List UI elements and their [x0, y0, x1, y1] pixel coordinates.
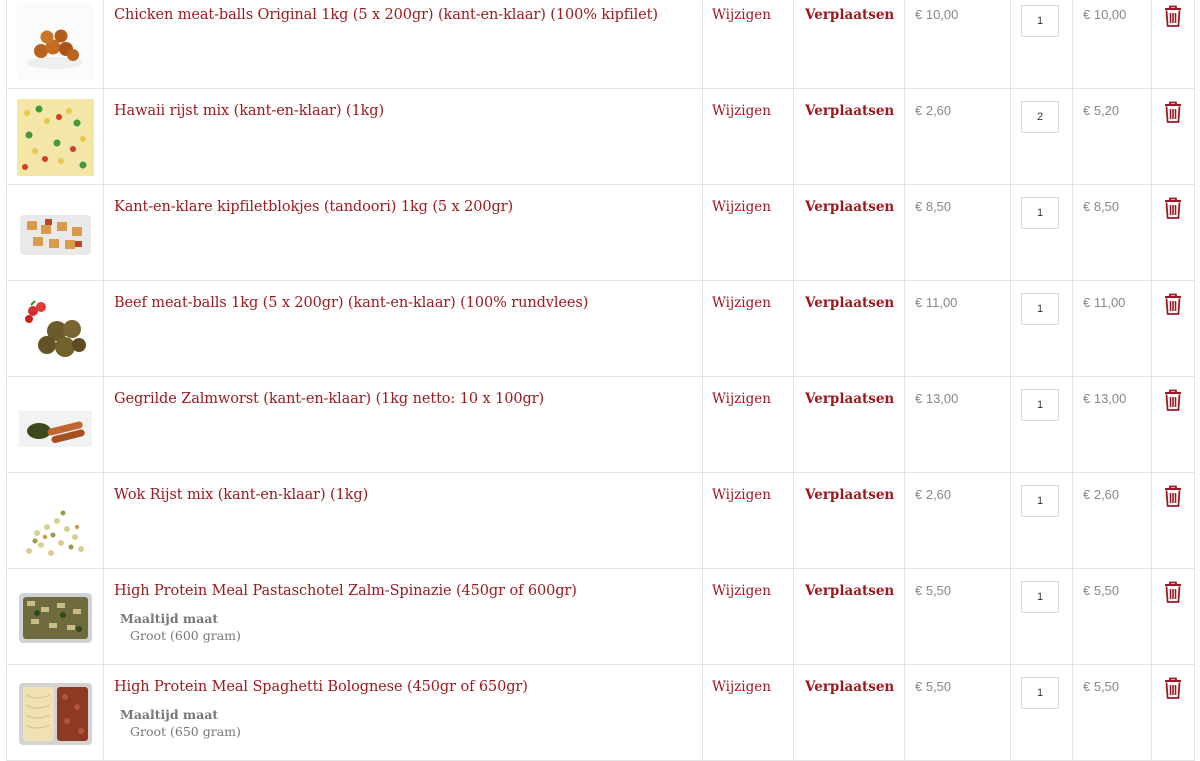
edit-link[interactable]: Wijzigen — [712, 391, 793, 407]
product-image-beef-meatballs[interactable] — [17, 291, 94, 368]
product-name-link[interactable]: Kant-en-klare kipfiletblokjes (tandoori)… — [114, 199, 702, 215]
option-value: Groot (650 gram) — [130, 724, 241, 739]
option-value: Groot (600 gram) — [130, 628, 241, 643]
cart-row: Wok Rijst mix (kant-en-klaar) (1kg) Wijz… — [6, 472, 1195, 569]
quantity-input[interactable] — [1021, 581, 1059, 613]
unit-price: € 10,00 — [915, 7, 959, 22]
move-link[interactable]: Verplaatsen — [805, 7, 904, 23]
row-subtotal: € 2,60 — [1083, 487, 1120, 502]
unit-price: € 2,60 — [915, 487, 952, 502]
quantity-input[interactable] — [1021, 485, 1059, 517]
unit-price: € 11,00 — [915, 295, 958, 310]
move-link[interactable]: Verplaatsen — [805, 487, 904, 503]
cart-row: Beef meat-balls 1kg (5 x 200gr) (kant-en… — [6, 280, 1195, 377]
product-name-link[interactable]: Chicken meat-balls Original 1kg (5 x 200… — [114, 7, 702, 23]
cart-row: Kant-en-klare kipfiletblokjes (tandoori)… — [6, 184, 1195, 281]
move-link[interactable]: Verplaatsen — [805, 103, 904, 119]
row-subtotal: € 13,00 — [1083, 391, 1127, 406]
option-label: Maaltijd maat — [120, 611, 219, 626]
row-subtotal: € 10,00 — [1083, 7, 1127, 22]
edit-link[interactable]: Wijzigen — [712, 487, 793, 503]
unit-price: € 8,50 — [915, 199, 952, 214]
trash-icon[interactable] — [1162, 4, 1184, 28]
cart-row: Gegrilde Zalmworst (kant-en-klaar) (1kg … — [6, 376, 1195, 473]
move-link[interactable]: Verplaatsen — [805, 199, 904, 215]
product-name-link[interactable]: Beef meat-balls 1kg (5 x 200gr) (kant-en… — [114, 295, 702, 311]
trash-icon[interactable] — [1162, 196, 1184, 220]
edit-link[interactable]: Wijzigen — [712, 679, 793, 695]
product-image-meatballs[interactable] — [17, 3, 94, 80]
trash-icon[interactable] — [1162, 292, 1184, 316]
trash-icon[interactable] — [1162, 100, 1184, 124]
cart-row: High Protein Meal Pastaschotel Zalm-Spin… — [6, 568, 1195, 665]
unit-price: € 5,50 — [915, 679, 952, 694]
row-subtotal: € 5,50 — [1083, 583, 1120, 598]
cart-row: Hawaii rijst mix (kant-en-klaar) (1kg) W… — [6, 88, 1195, 185]
product-image-rice-mix[interactable] — [17, 99, 94, 176]
product-image-bolognese-tray[interactable] — [17, 675, 94, 752]
edit-link[interactable]: Wijzigen — [712, 7, 793, 23]
cart-row: High Protein Meal Spaghetti Bolognese (4… — [6, 664, 1195, 761]
product-name-link[interactable]: High Protein Meal Spaghetti Bolognese (4… — [114, 679, 702, 695]
product-image-salmon-sausage[interactable] — [17, 387, 94, 464]
edit-link[interactable]: Wijzigen — [712, 583, 793, 599]
option-label: Maaltijd maat — [120, 707, 219, 722]
product-image-chicken-cubes[interactable] — [17, 195, 94, 272]
product-image-wok-rice[interactable] — [17, 483, 94, 560]
quantity-input[interactable] — [1021, 389, 1059, 421]
row-subtotal: € 11,00 — [1083, 295, 1126, 310]
product-image-pasta-tray[interactable] — [17, 579, 94, 656]
quantity-input[interactable] — [1021, 293, 1059, 325]
trash-icon[interactable] — [1162, 484, 1184, 508]
move-link[interactable]: Verplaatsen — [805, 295, 904, 311]
unit-price: € 13,00 — [915, 391, 959, 406]
quantity-input[interactable] — [1021, 5, 1059, 37]
trash-icon[interactable] — [1162, 580, 1184, 604]
row-subtotal: € 5,20 — [1083, 103, 1120, 118]
unit-price: € 5,50 — [915, 583, 952, 598]
trash-icon[interactable] — [1162, 388, 1184, 412]
edit-link[interactable]: Wijzigen — [712, 103, 793, 119]
row-subtotal: € 8,50 — [1083, 199, 1120, 214]
product-name-link[interactable]: Wok Rijst mix (kant-en-klaar) (1kg) — [114, 487, 702, 503]
quantity-input[interactable] — [1021, 101, 1059, 133]
edit-link[interactable]: Wijzigen — [712, 199, 793, 215]
move-link[interactable]: Verplaatsen — [805, 583, 904, 599]
quantity-input[interactable] — [1021, 677, 1059, 709]
row-subtotal: € 5,50 — [1083, 679, 1120, 694]
product-name-link[interactable]: Hawaii rijst mix (kant-en-klaar) (1kg) — [114, 103, 702, 119]
cart-row: Chicken meat-balls Original 1kg (5 x 200… — [6, 0, 1195, 89]
move-link[interactable]: Verplaatsen — [805, 679, 904, 695]
unit-price: € 2,60 — [915, 103, 952, 118]
cart-table: Chicken meat-balls Original 1kg (5 x 200… — [6, 0, 1195, 761]
move-link[interactable]: Verplaatsen — [805, 391, 904, 407]
product-name-link[interactable]: Gegrilde Zalmworst (kant-en-klaar) (1kg … — [114, 391, 702, 407]
product-name-link[interactable]: High Protein Meal Pastaschotel Zalm-Spin… — [114, 583, 702, 599]
cart-body: Chicken meat-balls Original 1kg (5 x 200… — [6, 0, 1195, 761]
trash-icon[interactable] — [1162, 676, 1184, 700]
quantity-input[interactable] — [1021, 197, 1059, 229]
edit-link[interactable]: Wijzigen — [712, 295, 793, 311]
